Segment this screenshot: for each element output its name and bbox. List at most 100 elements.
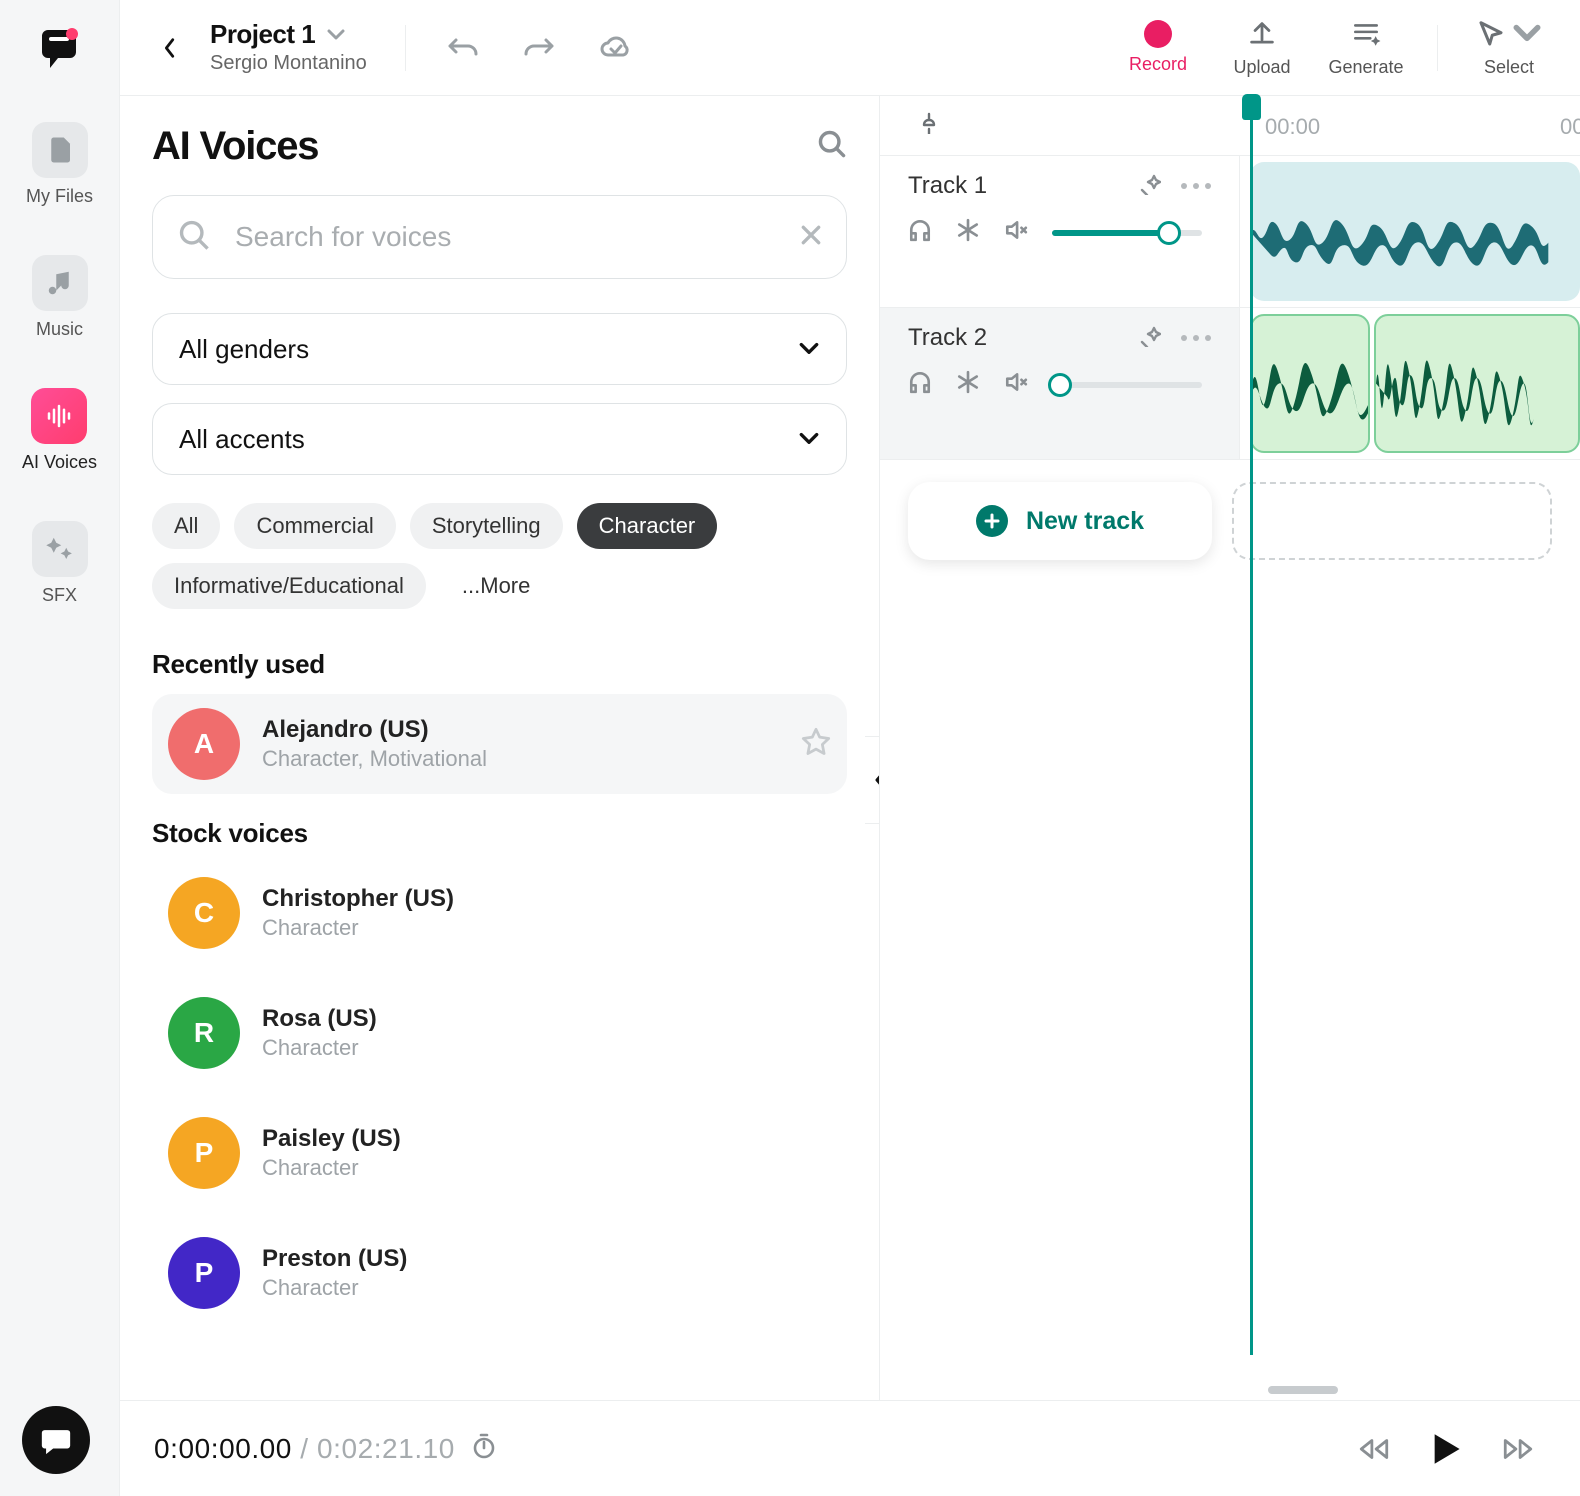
rewind-button[interactable] — [1346, 1421, 1402, 1477]
upload-tool[interactable]: Upload — [1219, 17, 1305, 78]
volume-slider[interactable] — [1052, 382, 1202, 388]
chat-button[interactable] — [22, 1406, 90, 1474]
waveform-icon — [31, 388, 87, 444]
panel-title: AI Voices — [152, 124, 318, 169]
clear-search-button[interactable] — [800, 224, 822, 251]
rail-my-files[interactable]: My Files — [26, 122, 93, 207]
stopwatch-icon[interactable] — [471, 1433, 497, 1464]
file-icon — [32, 122, 88, 178]
search-box — [152, 195, 847, 279]
header-bar: Project 1 Sergio Montanino Record Upload… — [120, 0, 1580, 96]
chevron-down-icon — [327, 29, 345, 41]
collapse-panel-button[interactable] — [865, 736, 880, 824]
voice-item[interactable]: P Preston (US) Character — [152, 1223, 847, 1323]
filters-group: All genders All accents — [152, 313, 847, 475]
voice-item[interactable]: P Paisley (US) Character — [152, 1103, 847, 1203]
magic-enhance-button[interactable] — [1139, 173, 1161, 200]
new-track-label: New track — [1026, 507, 1144, 536]
rail-label: My Files — [26, 186, 93, 207]
audio-clip[interactable] — [1250, 314, 1370, 453]
timecode: 0:00:00.00 / 0:02:21.10 — [154, 1433, 455, 1465]
search-input[interactable] — [233, 220, 778, 254]
accent-filter[interactable]: All accents — [152, 403, 847, 475]
voice-name: Paisley (US) — [262, 1125, 831, 1153]
track-header: Track 1 — [880, 156, 1240, 307]
solo-headphones-button[interactable] — [908, 370, 932, 399]
voice-name: Preston (US) — [262, 1245, 831, 1273]
rail-label: AI Voices — [22, 452, 97, 473]
voice-name: Alejandro (US) — [262, 716, 779, 744]
avatar: A — [168, 708, 240, 780]
time-tick: 00:15 — [1560, 114, 1580, 140]
track-header: Track 2 — [880, 308, 1240, 459]
play-button[interactable] — [1418, 1421, 1474, 1477]
track-name[interactable]: Track 1 — [908, 172, 1119, 200]
voice-tags: Character — [262, 1035, 831, 1061]
rail-label: Music — [36, 319, 83, 340]
stock-heading: Stock voices — [152, 818, 847, 849]
cloud-sync-button[interactable] — [586, 20, 644, 76]
avatar: C — [168, 877, 240, 949]
track-name[interactable]: Track 2 — [908, 324, 1119, 352]
favorite-button[interactable] — [801, 727, 831, 762]
solo-headphones-button[interactable] — [908, 218, 932, 247]
project-title-row[interactable]: Project 1 — [210, 20, 367, 50]
redo-button[interactable] — [510, 20, 568, 76]
record-tool[interactable]: Record — [1115, 20, 1201, 75]
back-button[interactable] — [148, 26, 192, 70]
rail-sfx[interactable]: SFX — [32, 521, 88, 606]
playhead[interactable] — [1250, 96, 1253, 1355]
select-tool[interactable]: Select — [1466, 17, 1552, 78]
filter-label: All genders — [179, 334, 309, 365]
track-lane[interactable] — [1240, 308, 1580, 459]
search-toggle-button[interactable] — [817, 124, 847, 169]
generate-tool[interactable]: Generate — [1323, 17, 1409, 78]
pill-storytelling[interactable]: Storytelling — [410, 503, 563, 549]
freeze-button[interactable] — [956, 370, 980, 399]
generate-icon — [1351, 17, 1381, 51]
rail-music[interactable]: Music — [32, 255, 88, 340]
volume-slider[interactable] — [1052, 230, 1202, 236]
avatar: R — [168, 997, 240, 1069]
pin-marker-button[interactable] — [918, 112, 940, 139]
voice-item[interactable]: A Alejandro (US) Character, Motivational — [152, 694, 847, 794]
forward-button[interactable] — [1490, 1421, 1546, 1477]
category-pills: All Commercial Storytelling Character In… — [152, 503, 847, 609]
time-ruler[interactable]: 00:00 00:15 — [880, 96, 1580, 156]
search-icon — [177, 218, 211, 257]
empty-clip-placeholder[interactable] — [1232, 482, 1552, 560]
pointer-icon — [1476, 17, 1542, 51]
pill-commercial[interactable]: Commercial — [234, 503, 395, 549]
magic-enhance-button[interactable] — [1139, 325, 1161, 352]
voice-item[interactable]: R Rosa (US) Character — [152, 983, 847, 1083]
pill-more[interactable]: ...More — [440, 563, 552, 609]
stock-list: C Christopher (US) Character R Rosa (US)… — [152, 863, 847, 1323]
mute-button[interactable] — [1004, 218, 1028, 247]
tool-label: Select — [1484, 57, 1534, 78]
audio-clip[interactable] — [1374, 314, 1580, 453]
track-menu-button[interactable] — [1181, 335, 1211, 341]
pill-all[interactable]: All — [152, 503, 220, 549]
freeze-button[interactable] — [956, 218, 980, 247]
tool-label: Generate — [1328, 57, 1403, 78]
voice-item[interactable]: C Christopher (US) Character — [152, 863, 847, 963]
rail-ai-voices[interactable]: AI Voices — [22, 388, 97, 473]
track-menu-button[interactable] — [1181, 183, 1211, 189]
voice-meta: Rosa (US) Character — [262, 1005, 831, 1061]
gender-filter[interactable]: All genders — [152, 313, 847, 385]
pill-informative[interactable]: Informative/Educational — [152, 563, 426, 609]
mute-button[interactable] — [1004, 370, 1028, 399]
avatar: P — [168, 1237, 240, 1309]
track-lane[interactable] — [1240, 156, 1580, 307]
divider — [1437, 25, 1438, 71]
undo-button[interactable] — [434, 20, 492, 76]
audio-clip[interactable] — [1250, 162, 1580, 301]
time-tick: 00:00 — [1265, 114, 1320, 140]
pill-character[interactable]: Character — [577, 503, 718, 549]
horizontal-scrollbar[interactable] — [1268, 1386, 1580, 1394]
voice-meta: Christopher (US) Character — [262, 885, 831, 941]
tracks-container: Track 1 — [880, 156, 1580, 1400]
new-track-button[interactable]: New track — [908, 482, 1212, 560]
divider — [405, 25, 406, 71]
voice-tags: Character — [262, 915, 831, 941]
